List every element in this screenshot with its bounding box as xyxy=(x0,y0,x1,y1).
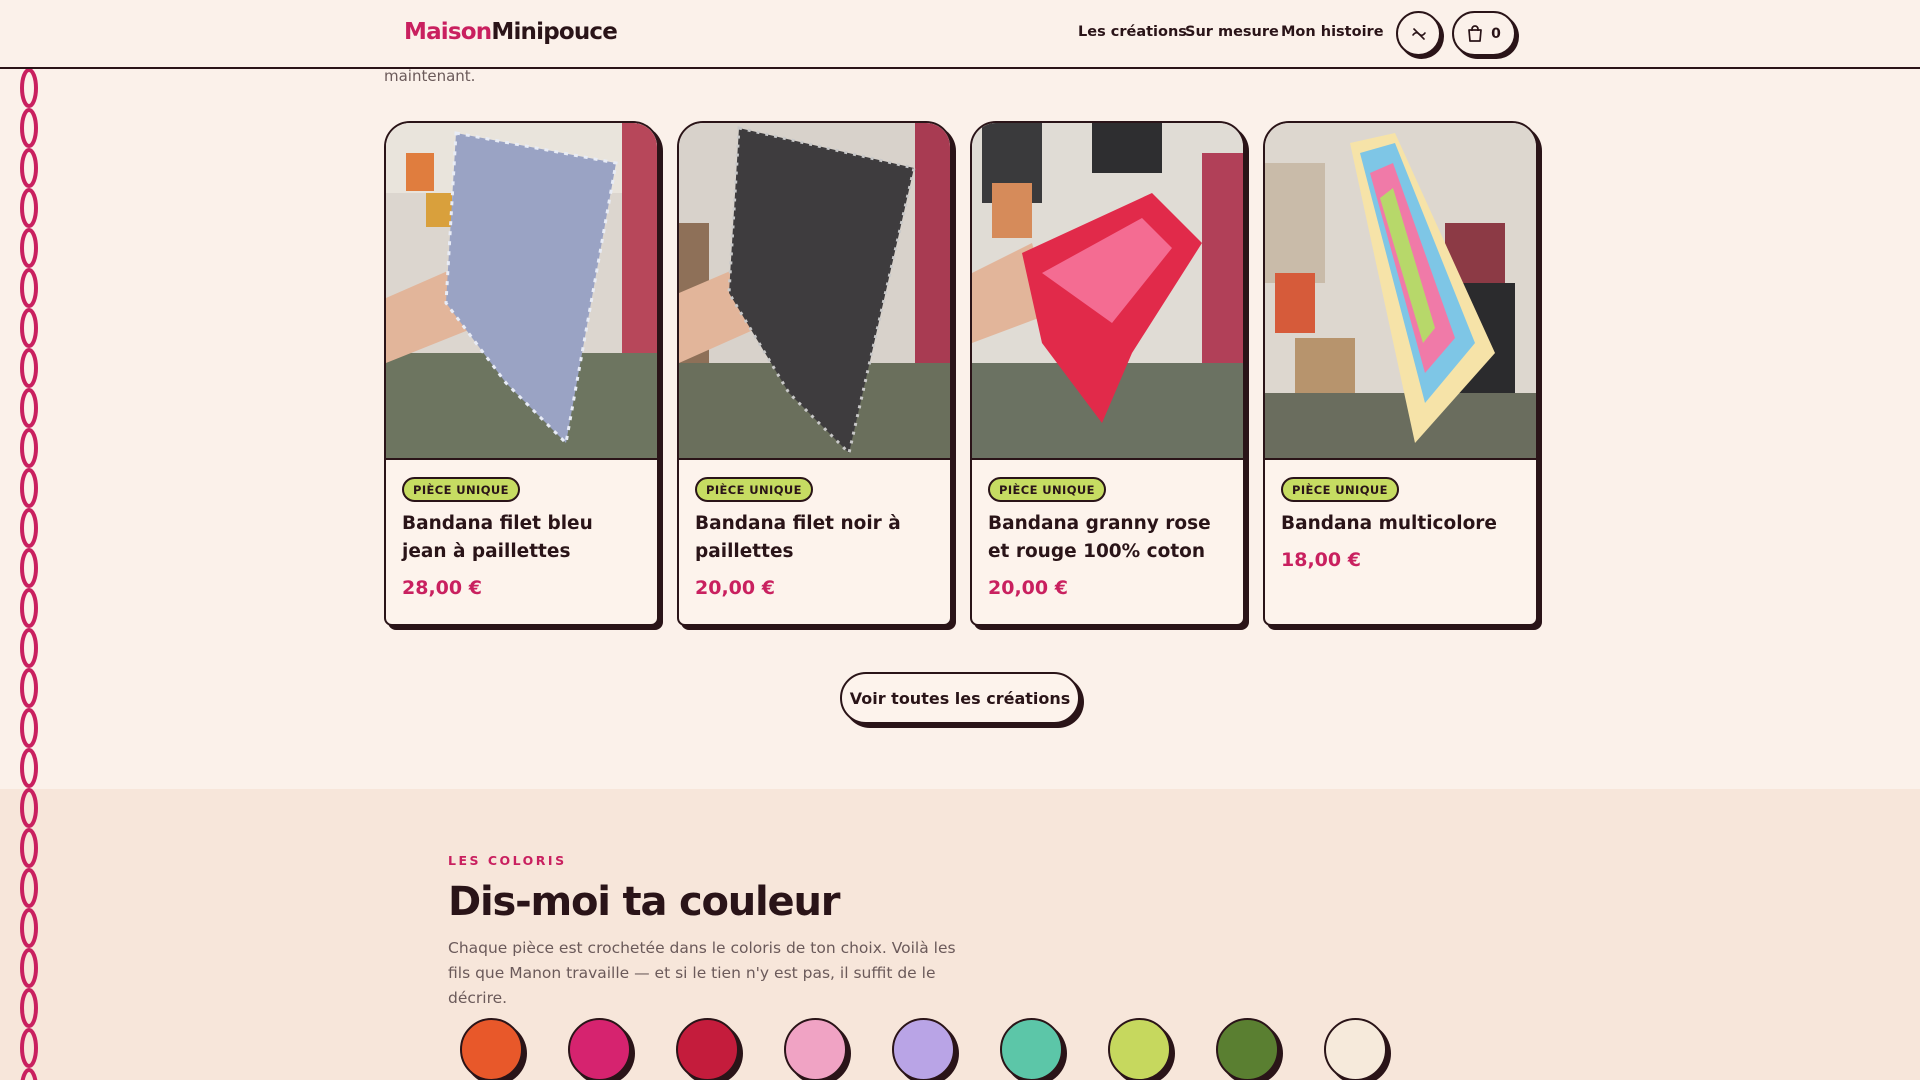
nav-link-mon-histoire[interactable]: Mon histoire xyxy=(1281,24,1384,40)
product-card[interactable]: PIÈCE UNIQUE Bandana filet noir à paille… xyxy=(677,121,952,626)
product-price: 18,00 € xyxy=(1281,549,1361,571)
color-swatch[interactable] xyxy=(460,1018,523,1080)
unique-piece-badge: PIÈCE UNIQUE xyxy=(1281,477,1399,502)
color-swatch[interactable] xyxy=(676,1018,739,1080)
motion-off-icon xyxy=(1411,27,1426,40)
cart-button[interactable]: 0 xyxy=(1452,11,1516,56)
product-image xyxy=(1265,123,1536,460)
nav-link-creations[interactable]: Les créations xyxy=(1078,24,1187,40)
product-image xyxy=(972,123,1243,460)
section-eyebrow: LES COLORIS xyxy=(448,853,567,868)
nav-link-sur-mesure[interactable]: Sur mesure xyxy=(1185,24,1279,40)
color-swatch[interactable] xyxy=(1216,1018,1279,1080)
cart-count: 0 xyxy=(1491,25,1501,42)
colors-section: LES COLORIS Dis-moi ta couleur Chaque pi… xyxy=(0,789,1920,1080)
product-title[interactable]: Bandana multicolore xyxy=(1281,510,1521,538)
view-all-creations-button[interactable]: Voir toutes les créations xyxy=(840,672,1080,724)
intro-text-tail: maintenant. xyxy=(384,67,476,85)
product-title[interactable]: Bandana granny rose et rouge 100% coton xyxy=(988,510,1228,566)
product-title[interactable]: Bandana filet bleu jean à paillettes xyxy=(402,510,642,566)
brand-logo-part1: Maison xyxy=(404,19,492,45)
section-description: Chaque pièce est crochetée dans le color… xyxy=(448,939,956,1007)
product-price: 28,00 € xyxy=(402,577,482,599)
product-card[interactable]: PIÈCE UNIQUE Bandana multicolore 18,00 € xyxy=(1263,121,1538,626)
shopping-bag-icon xyxy=(1468,25,1482,42)
section-title: Dis-moi ta couleur xyxy=(448,879,840,925)
color-swatch[interactable] xyxy=(1108,1018,1171,1080)
product-price: 20,00 € xyxy=(988,577,1068,599)
color-swatch[interactable] xyxy=(1000,1018,1063,1080)
product-image xyxy=(679,123,950,460)
brand-logo-part2: Minipouce xyxy=(491,19,618,45)
color-swatch[interactable] xyxy=(892,1018,955,1080)
site-header: MaisonMinipouce Les créations Sur mesure… xyxy=(0,0,1920,69)
color-swatch[interactable] xyxy=(784,1018,847,1080)
color-swatch[interactable] xyxy=(1324,1018,1387,1080)
unique-piece-badge: PIÈCE UNIQUE xyxy=(695,477,813,502)
reduce-motion-button[interactable] xyxy=(1396,11,1441,56)
brand-logo[interactable]: MaisonMinipouce xyxy=(404,19,618,45)
unique-piece-badge: PIÈCE UNIQUE xyxy=(988,477,1106,502)
unique-piece-badge: PIÈCE UNIQUE xyxy=(402,477,520,502)
product-image xyxy=(386,123,657,460)
product-title[interactable]: Bandana filet noir à paillettes xyxy=(695,510,935,566)
color-swatch[interactable] xyxy=(568,1018,631,1080)
crochet-chain-decoration xyxy=(20,68,38,1080)
product-card[interactable]: PIÈCE UNIQUE Bandana filet bleu jean à p… xyxy=(384,121,659,626)
product-card[interactable]: PIÈCE UNIQUE Bandana granny rose et roug… xyxy=(970,121,1245,626)
product-price: 20,00 € xyxy=(695,577,775,599)
